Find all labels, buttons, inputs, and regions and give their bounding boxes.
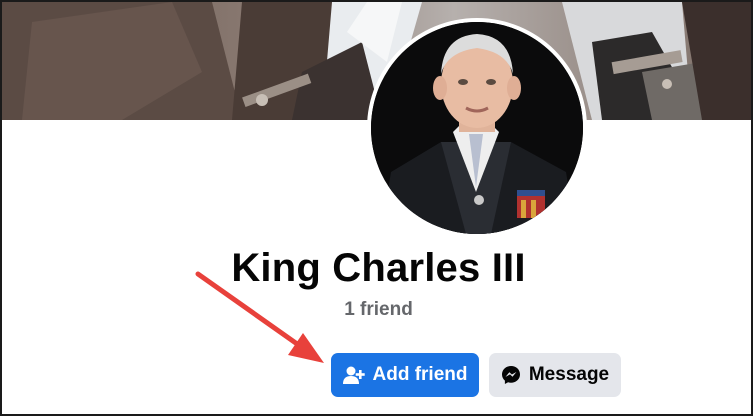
add-friend-label: Add friend <box>372 364 468 385</box>
message-button[interactable]: Message <box>489 353 621 397</box>
messenger-icon <box>501 365 521 385</box>
person-plus-icon <box>342 365 365 385</box>
profile-photo[interactable] <box>371 22 583 234</box>
add-friend-button[interactable]: Add friend <box>331 353 479 397</box>
message-label: Message <box>528 364 610 385</box>
screenshot-frame: King Charles III 1 friend Add friend Mes… <box>0 0 753 416</box>
profile-name: King Charles III <box>231 246 526 290</box>
friends-count[interactable]: 1 friend <box>2 299 751 321</box>
